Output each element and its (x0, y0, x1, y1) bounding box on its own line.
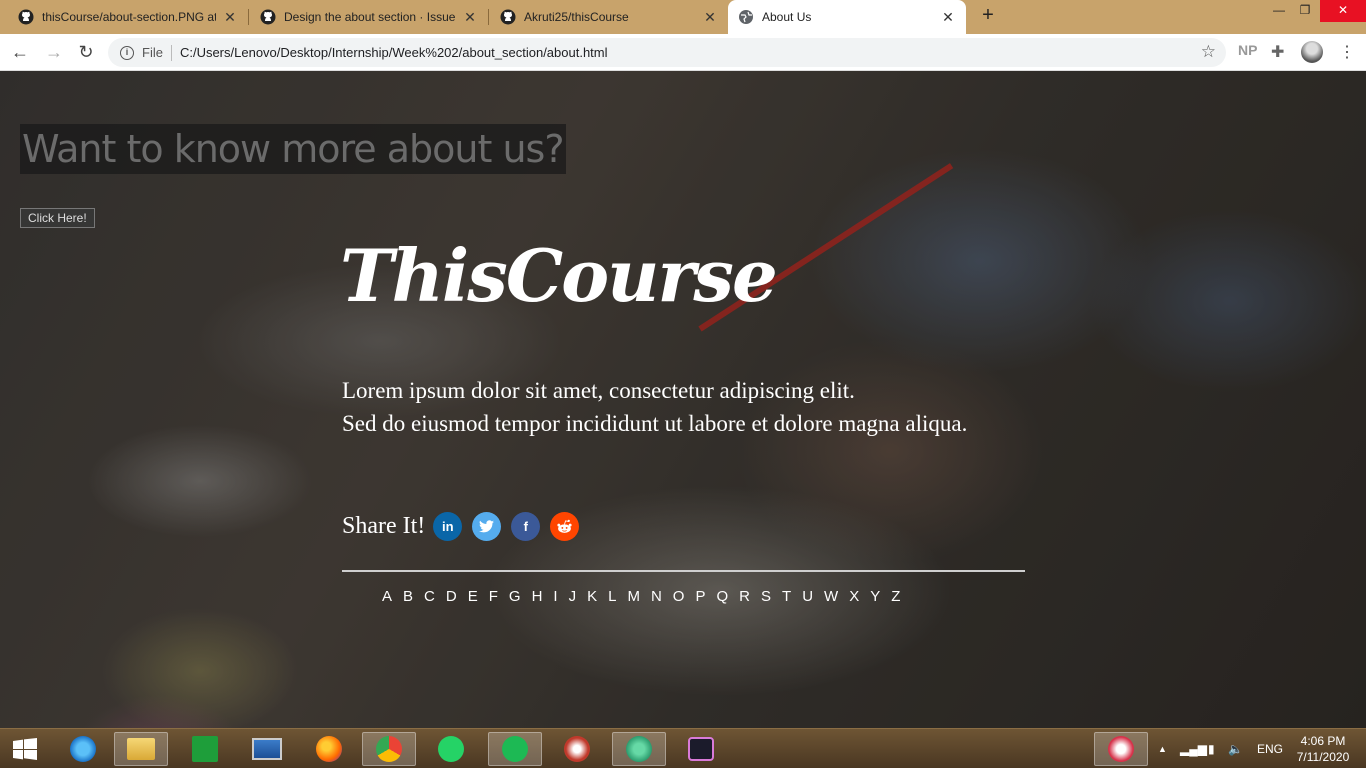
about-description: Lorem ipsum dolor sit amet, consectetur … (342, 374, 982, 440)
page-headline: Want to know more about us? (20, 124, 566, 174)
spider-web-icon[interactable] (550, 732, 604, 766)
whatsapp-icon[interactable] (424, 732, 478, 766)
lenovo-monitor-icon[interactable] (240, 732, 294, 766)
alphabet-link[interactable]: I (553, 588, 558, 605)
description-line: Lorem ipsum dolor sit amet, consectetur … (342, 378, 855, 403)
about-page: Want to know more about us? Click Here! … (0, 71, 1366, 728)
alphabet-link[interactable]: Q (716, 588, 729, 605)
alphabet-link[interactable]: O (673, 588, 686, 605)
divider (342, 570, 1025, 572)
alphabet-link[interactable]: E (468, 588, 479, 605)
github-icon (500, 9, 516, 25)
tab-title: thisCourse/about-section.PNG at (42, 10, 216, 24)
windows-start-icon[interactable] (0, 732, 50, 766)
tab-title: Design the about section · Issue (284, 10, 456, 24)
browser-tab-active[interactable]: About Us ✕ (728, 0, 966, 34)
address-divider (170, 44, 172, 61)
alphabet-link[interactable]: W (824, 588, 839, 605)
close-tab-icon[interactable]: ✕ (222, 9, 238, 26)
alphabet-link[interactable]: F (489, 588, 499, 605)
description-line: Sed do eiusmod tempor incididunt ut labo… (342, 411, 968, 436)
share-label: Share It! (342, 512, 426, 539)
tray-expand-icon[interactable]: ▲ (1158, 729, 1167, 768)
alphabet-link[interactable]: Y (870, 588, 881, 605)
info-icon[interactable]: i (120, 45, 134, 60)
new-tab-icon[interactable]: + (976, 4, 1000, 28)
window-close-icon[interactable]: ✕ (1320, 0, 1366, 22)
click-here-button[interactable]: Click Here! (20, 208, 95, 228)
chrome-icon[interactable] (362, 732, 416, 766)
alphabet-link[interactable]: M (627, 588, 641, 605)
menu-dots-icon[interactable]: ⋮ (1339, 42, 1355, 62)
alphabet-link[interactable]: D (446, 588, 458, 605)
alphabet-link[interactable]: K (587, 588, 598, 605)
brand-title: ThisCourse (340, 233, 778, 318)
close-tab-icon[interactable]: ✕ (462, 9, 478, 26)
bookmark-star-icon[interactable]: ☆ (1201, 42, 1216, 62)
alphabet-link[interactable]: A (382, 588, 393, 605)
close-tab-icon[interactable]: ✕ (702, 9, 718, 26)
browser-toolbar: ← → ↻ i File C:/Users/Lenovo/Desktop/Int… (0, 34, 1366, 71)
battery-icon[interactable]: ▮ (1208, 729, 1215, 768)
tab-title: Akruti25/thisCourse (524, 10, 629, 24)
avatar[interactable] (1301, 41, 1323, 63)
clock-date: 7/11/2020 (1296, 750, 1350, 764)
github-icon (18, 9, 34, 25)
tab-separator (488, 9, 489, 25)
notification-app-icon[interactable] (1094, 732, 1148, 766)
system-clock[interactable]: 4:06 PM 7/11/2020 (1290, 733, 1356, 765)
browser-tab[interactable]: thisCourse/about-section.PNG at ✕ (8, 0, 248, 34)
forward-arrow-icon[interactable]: → (42, 41, 66, 63)
reddit-icon[interactable] (550, 511, 580, 541)
back-arrow-icon[interactable]: ← (8, 41, 32, 63)
alphabet-link[interactable]: R (739, 588, 751, 605)
alphabet-link[interactable]: T (782, 588, 792, 605)
alphabet-link[interactable]: X (849, 588, 860, 605)
tab-separator (248, 9, 249, 25)
alphabet-link[interactable]: C (424, 588, 436, 605)
facebook-icon[interactable]: f (511, 511, 541, 541)
scheme-label: File (142, 45, 163, 60)
store-icon[interactable] (178, 732, 232, 766)
alphabet-link[interactable]: Z (891, 588, 901, 605)
alphabet-link[interactable]: B (403, 588, 414, 605)
extensions-puzzle-icon[interactable]: ✚ (1271, 42, 1284, 62)
profile-extension-badge[interactable]: NP (1238, 42, 1257, 58)
language-indicator[interactable]: ENG (1257, 729, 1283, 768)
alphabet-nav: A B C D E F G H I J K L M N O P Q R S T … (382, 588, 911, 605)
atom-icon[interactable] (612, 732, 666, 766)
twitter-icon[interactable] (472, 511, 502, 541)
spotify-icon[interactable] (488, 732, 542, 766)
alphabet-link[interactable]: J (569, 588, 578, 605)
alphabet-link[interactable]: G (509, 588, 522, 605)
share-row: Share It! in f (342, 508, 589, 544)
alphabet-link[interactable]: P (695, 588, 706, 605)
browser-tab-strip: thisCourse/about-section.PNG at ✕ Design… (0, 0, 1366, 34)
network-signal-icon[interactable]: ▂▄▆ (1180, 729, 1207, 768)
github-icon (260, 9, 276, 25)
alphabet-link[interactable]: H (532, 588, 544, 605)
address-bar[interactable]: i File C:/Users/Lenovo/Desktop/Internshi… (108, 38, 1226, 67)
url-text[interactable]: C:/Users/Lenovo/Desktop/Internship/Week%… (180, 45, 608, 60)
linkedin-icon[interactable]: in (433, 511, 463, 541)
restore-icon[interactable]: ❐ (1290, 0, 1320, 22)
terminal-icon[interactable] (674, 732, 728, 766)
firefox-icon[interactable] (302, 732, 356, 766)
browser-tab[interactable]: Design the about section · Issue ✕ (250, 0, 488, 34)
alphabet-link[interactable]: N (651, 588, 663, 605)
taskbar: ▲ ▂▄▆ ▮ 🔈 ENG 4:06 PM 7/11/2020 (0, 728, 1366, 768)
internet-explorer-icon[interactable] (56, 732, 110, 766)
volume-icon[interactable]: 🔈 (1228, 729, 1243, 768)
clock-time: 4:06 PM (1300, 734, 1346, 748)
close-tab-icon[interactable]: ✕ (940, 9, 956, 26)
file-explorer-icon[interactable] (114, 732, 168, 766)
reload-icon[interactable]: ↻ (74, 41, 98, 63)
browser-tab[interactable]: Akruti25/thisCourse ✕ (490, 0, 728, 34)
globe-icon (738, 9, 754, 25)
tab-title: About Us (762, 10, 812, 24)
alphabet-link[interactable]: S (761, 588, 772, 605)
alphabet-link[interactable]: U (802, 588, 814, 605)
alphabet-link[interactable]: L (608, 588, 617, 605)
